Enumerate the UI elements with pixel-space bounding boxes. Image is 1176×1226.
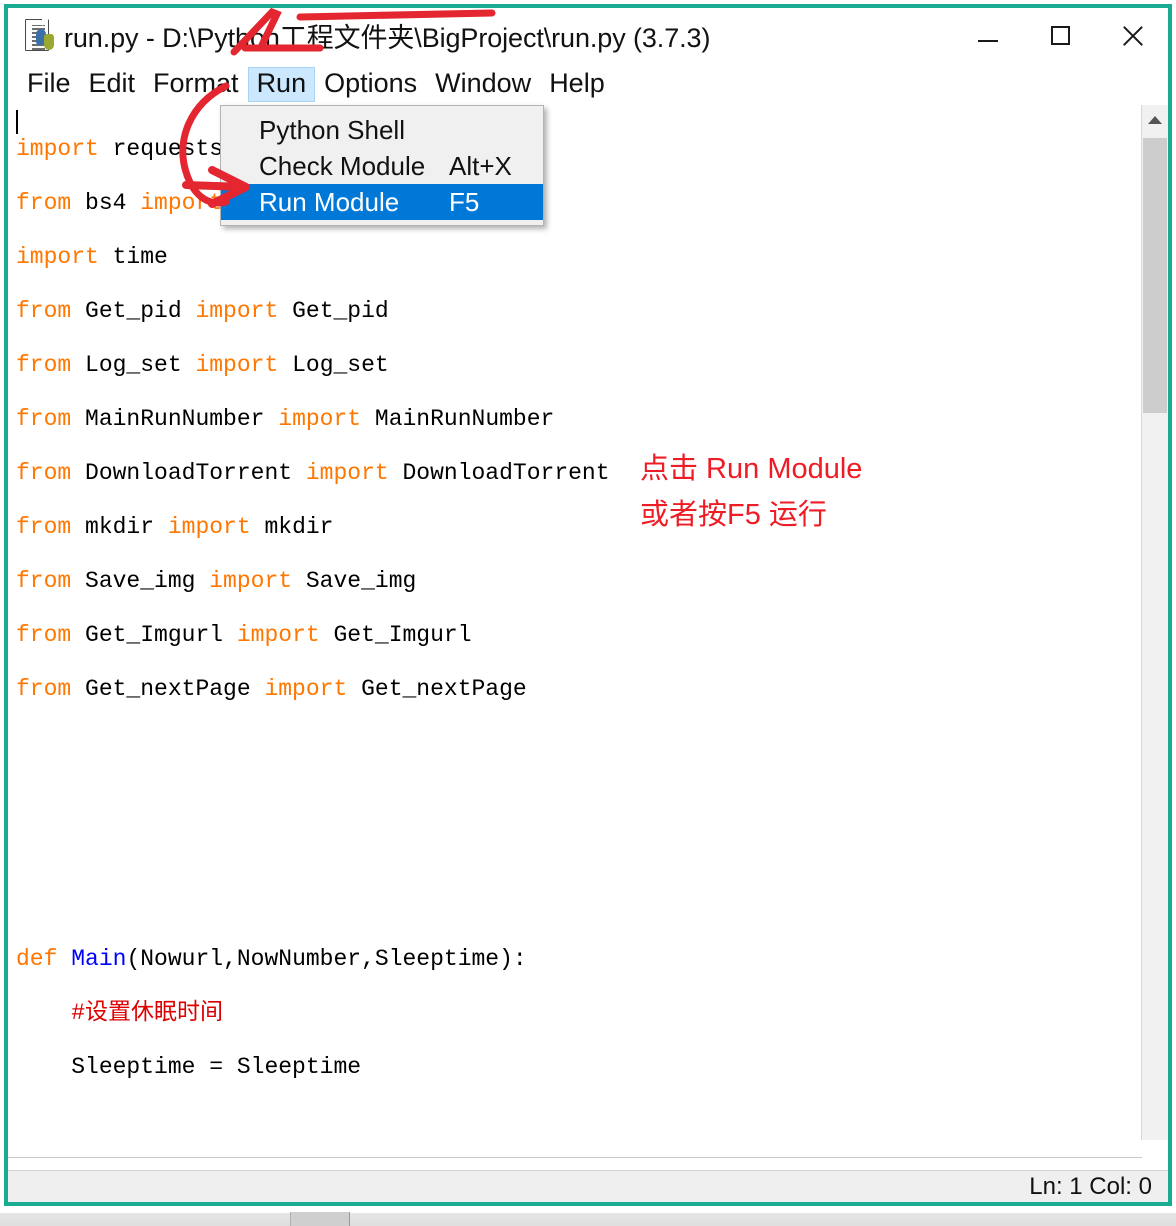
menu-bar: File Edit Format Run Options Window Help (8, 63, 1168, 105)
menu-option-label: Python Shell (259, 114, 405, 145)
menu-option-accelerator: F5 (449, 186, 480, 217)
python-file-icon (22, 17, 57, 54)
maximize-button[interactable] (1024, 8, 1096, 63)
status-bar: Ln: 1 Col: 0 (8, 1170, 1168, 1202)
menu-item-help[interactable]: Help (540, 67, 614, 102)
menu-item-format[interactable]: Format (144, 67, 248, 102)
annotation-line-2: 或者按F5 运行 (640, 499, 827, 531)
menu-item-options[interactable]: Options (315, 67, 426, 102)
code-text: import requests from bs4 import Beautifu… (16, 136, 610, 1080)
code-editor[interactable]: import requests from bs4 import Beautifu… (8, 105, 1168, 1140)
menu-option-label: Check Module (259, 150, 426, 181)
menu-option-run-module[interactable]: Run Module F5 (221, 184, 543, 220)
idle-window: run.py - D:\Python工程文件夹\BigProject\run.p… (0, 0, 1176, 1226)
taskbar-strip (0, 1213, 1176, 1226)
window-frame: run.py - D:\Python工程文件夹\BigProject\run.p… (4, 4, 1172, 1206)
menu-item-edit[interactable]: Edit (80, 67, 145, 102)
instruction-annotation: 点击 Run Module 或者按F5 运行 (640, 446, 862, 538)
run-menu-dropdown: Python Shell Check Module Alt+X Run Modu… (220, 105, 544, 226)
chevron-up-icon (1148, 116, 1162, 124)
close-button[interactable] (1096, 8, 1168, 63)
desktop-bottom-strip (0, 1210, 1176, 1226)
taskbar-tab[interactable] (290, 1212, 350, 1226)
maximize-icon (1050, 26, 1070, 45)
annotation-line-1: 点击 Run Module (640, 453, 863, 485)
menu-item-file[interactable]: File (18, 67, 80, 102)
menu-item-window[interactable]: Window (426, 67, 540, 102)
window-title: run.py - D:\Python工程文件夹\BigProject\run.p… (64, 23, 711, 53)
cursor-position: Ln: 1 Col: 0 (1029, 1172, 1152, 1200)
menu-option-accelerator: Alt+X (449, 150, 512, 181)
python-logo-icon (36, 28, 57, 50)
window-controls (952, 8, 1168, 63)
minimize-icon (978, 39, 998, 42)
menu-item-run[interactable]: Run (247, 66, 316, 102)
title-bar[interactable]: run.py - D:\Python工程文件夹\BigProject\run.p… (8, 8, 1168, 63)
vertical-scroll-thumb[interactable] (1143, 138, 1167, 413)
scroll-up-button[interactable] (1142, 105, 1168, 135)
menu-option-python-shell[interactable]: Python Shell (221, 112, 543, 148)
menu-option-check-module[interactable]: Check Module Alt+X (221, 148, 543, 184)
window-body: run.py - D:\Python工程文件夹\BigProject\run.p… (8, 8, 1168, 1202)
minimize-button[interactable] (952, 8, 1024, 63)
menu-option-label: Run Module (259, 186, 400, 217)
close-icon (1120, 24, 1144, 48)
horizontal-scrollbar[interactable] (8, 1157, 1142, 1170)
vertical-scrollbar[interactable] (1141, 105, 1168, 1140)
